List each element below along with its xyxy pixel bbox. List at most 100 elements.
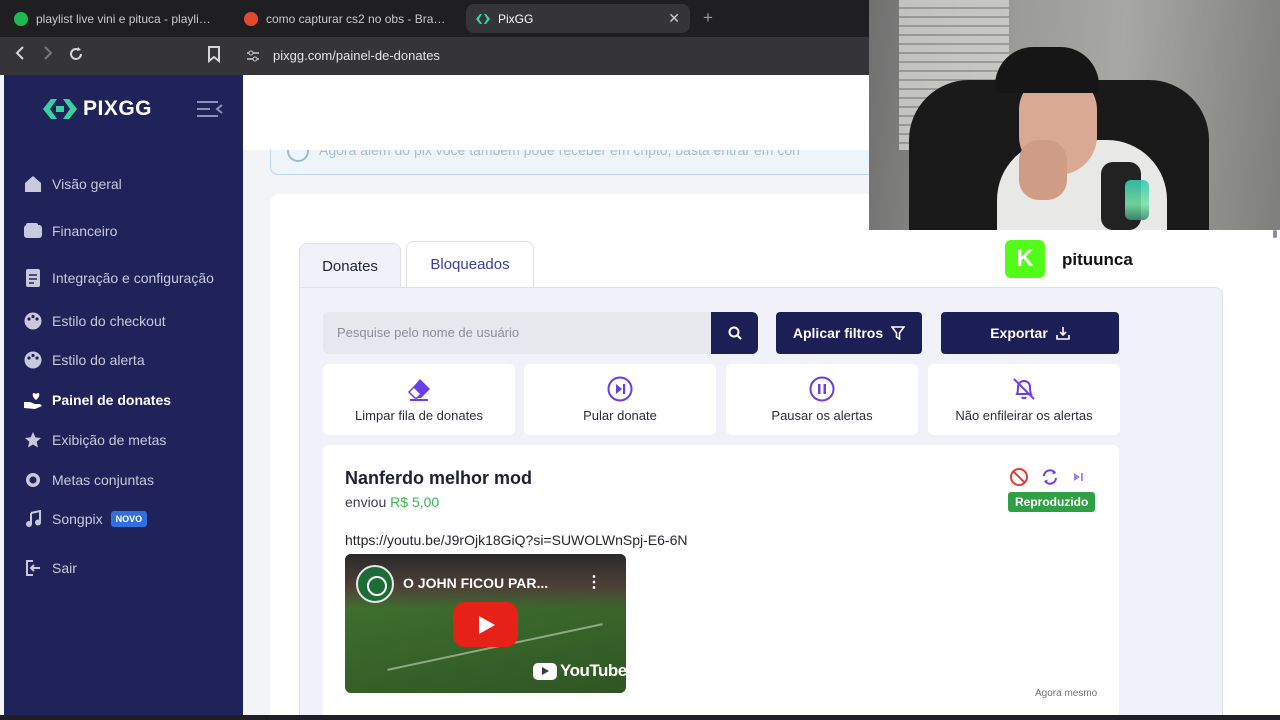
browser-tab-pixgg[interactable]: PixGG ✕ [466, 4, 690, 33]
sidebar-item-label: Estilo do alerta [52, 352, 145, 368]
more-options-icon[interactable]: ⋮ [586, 572, 602, 592]
donation-item: Nanferdo melhor mod enviou R$ 5,00 Repro… [323, 445, 1119, 717]
tab-title: como capturar cs2 no obs - Brave Se [266, 11, 446, 26]
search-input[interactable] [323, 312, 711, 354]
sidebar-item-label: Integração e configuração [52, 270, 214, 286]
apply-filters-label: Aplicar filtros [792, 325, 884, 341]
sent-label: enviou [345, 494, 387, 510]
reload-icon[interactable] [67, 45, 85, 67]
youtube-logo[interactable]: YouTube [533, 661, 626, 681]
bell-off-icon [1011, 376, 1037, 402]
block-icon[interactable] [1009, 467, 1029, 487]
kick-logo-icon: K [1005, 240, 1045, 278]
youtube-icon [533, 662, 557, 680]
sidebar: PIXGG Visão geral Financeiro Integração … [4, 75, 243, 715]
donor-name: Nanferdo melhor mod [345, 468, 533, 488]
pixgg-icon [476, 12, 490, 26]
pixgg-logo-icon [43, 99, 77, 119]
dont-queue-alerts-button[interactable]: Não enfileirar os alertas [928, 364, 1120, 435]
browser-tab-spotify[interactable]: playlist live vini e pituca - playlist b… [4, 4, 226, 33]
tab-bloqueados[interactable]: Bloqueados [406, 241, 534, 287]
status-badge: Reproduzido [1008, 492, 1096, 512]
sidebar-item-songpix[interactable]: Songpix NOVO [23, 509, 148, 529]
donation-actions [1009, 467, 1096, 487]
tab-title: PixGG [498, 11, 534, 26]
wallet-icon [23, 221, 43, 241]
sidebar-item-estilo-alerta[interactable]: Estilo do alerta [23, 350, 145, 370]
new-tab-icon[interactable]: + [703, 8, 713, 28]
filter-icon [891, 326, 906, 340]
search-button[interactable] [711, 312, 758, 354]
dont-queue-alerts-label: Não enfileirar os alertas [955, 408, 1093, 423]
sidebar-item-label: Exibição de metas [52, 432, 167, 448]
sidebar-item-estilo-checkout[interactable]: Estilo do checkout [23, 311, 166, 331]
sidebar-item-integracao[interactable]: Integração e configuração [23, 268, 214, 288]
logo-text: PIXGG [83, 97, 153, 120]
home-icon [23, 174, 43, 194]
pause-alerts-label: Pausar os alertas [771, 408, 873, 423]
clear-queue-label: Limpar fila de donates [355, 408, 483, 423]
back-icon[interactable] [13, 45, 27, 65]
palette-icon [23, 350, 43, 370]
channel-avatar[interactable] [356, 565, 394, 603]
skip-donate-button[interactable]: Pular donate [524, 364, 716, 435]
donation-link[interactable]: https://youtu.be/J9rOjk18GiQ?si=SUWOLWnS… [345, 532, 687, 548]
apply-filters-button[interactable]: Aplicar filtros [776, 312, 922, 354]
play-button[interactable] [453, 602, 518, 647]
sidebar-item-painel-donates[interactable]: Painel de donates [23, 390, 171, 410]
pause-alerts-button[interactable]: Pausar os alertas [726, 364, 918, 435]
palette-icon [23, 311, 43, 331]
download-icon [1055, 327, 1070, 340]
sidebar-item-label: Metas conjuntas [52, 472, 154, 488]
document-icon [23, 268, 43, 288]
new-badge: NOVO [110, 511, 148, 527]
tab-title: playlist live vini e pituca - playlist b… [36, 11, 216, 26]
page-header-area [243, 75, 869, 150]
sidebar-item-label: Sair [52, 560, 77, 576]
replay-icon[interactable] [1040, 467, 1060, 487]
forward-icon[interactable] [41, 45, 55, 65]
info-notice: Agora além do pix você também pode receb… [270, 150, 890, 175]
music-icon [23, 509, 43, 529]
sidebar-item-label: Financeiro [52, 223, 118, 239]
pixgg-logo[interactable]: PIXGG [43, 97, 152, 121]
skip-donate-label: Pular donate [583, 408, 657, 423]
brave-icon [244, 11, 258, 26]
star-icon [23, 430, 43, 450]
url-field[interactable]: pixgg.com/painel-de-donates [273, 48, 440, 63]
sidebar-item-label: Estilo do checkout [52, 313, 166, 329]
video-title[interactable]: O JOHN FICOU PAR... [403, 575, 548, 591]
sidebar-item-visao-geral[interactable]: Visão geral [23, 174, 122, 194]
search-icon [728, 326, 742, 340]
sidebar-item-sair[interactable]: Sair [23, 558, 77, 578]
scrollbar-thumb[interactable] [1273, 230, 1277, 238]
tab-donates[interactable]: Donates [299, 243, 401, 289]
clear-queue-button[interactable]: Limpar fila de donates [323, 364, 515, 435]
sidebar-item-label: Songpix [52, 511, 103, 527]
cam-person-hand [1019, 140, 1067, 200]
sidebar-item-exibicao-metas[interactable]: Exibição de metas [23, 430, 166, 450]
skip-icon [607, 376, 633, 402]
logout-icon [23, 558, 43, 578]
close-tab-icon[interactable]: ✕ [668, 10, 680, 27]
collapse-menu-icon[interactable] [196, 100, 224, 123]
sidebar-item-financeiro[interactable]: Financeiro [23, 221, 117, 241]
spotify-icon [14, 11, 28, 26]
donation-time: Agora mesmo [1035, 688, 1098, 699]
eraser-icon [406, 376, 432, 402]
webcam-overlay [869, 0, 1280, 230]
youtube-label: YouTube [560, 661, 626, 680]
hand-heart-icon [23, 390, 43, 410]
pause-icon [809, 376, 835, 402]
coins-icon [23, 470, 43, 490]
youtube-video-embed[interactable]: O JOHN FICOU PAR... ⋮ YouTube [345, 554, 626, 693]
notice-text: Agora além do pix você também pode receb… [319, 150, 800, 158]
bookmark-icon[interactable] [207, 45, 221, 67]
export-button[interactable]: Exportar [941, 312, 1119, 354]
skip-icon[interactable] [1071, 470, 1085, 484]
streamer-username: pituunca [1062, 250, 1133, 269]
site-settings-icon[interactable] [246, 49, 260, 62]
browser-tab-brave-search[interactable]: como capturar cs2 no obs - Brave Se [234, 4, 456, 33]
sidebar-item-metas-conjuntas[interactable]: Metas conjuntas [23, 470, 154, 490]
donation-amount: R$ 5,00 [390, 494, 440, 510]
